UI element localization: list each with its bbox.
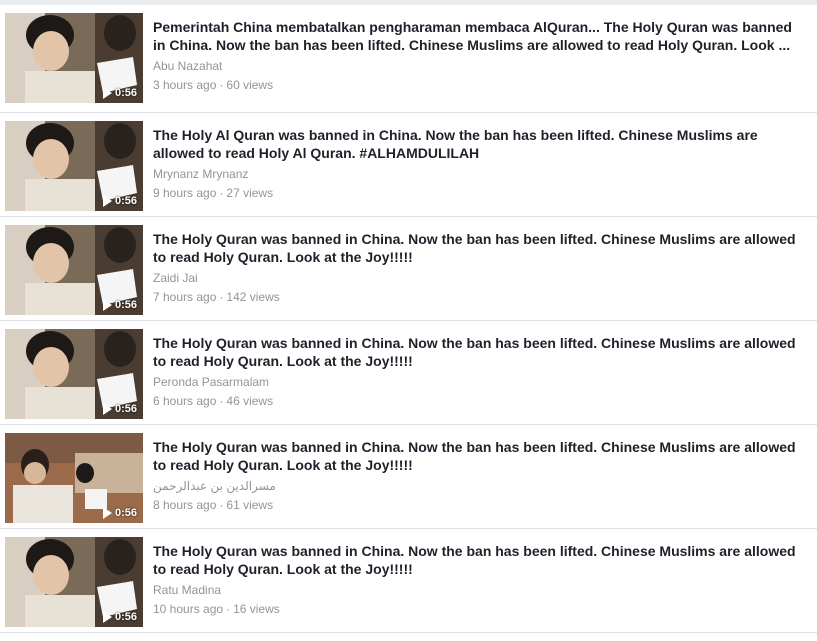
- video-thumbnail[interactable]: 0:56: [5, 329, 143, 419]
- video-stats: 6 hours ago · 46 views: [153, 393, 803, 409]
- play-icon: [102, 403, 112, 415]
- duration-badge: 0:56: [102, 195, 137, 207]
- separator: ·: [226, 602, 231, 616]
- video-time[interactable]: 9 hours ago: [153, 186, 216, 200]
- thumb-shirt: [25, 179, 95, 211]
- video-list: 0:56 Pemerintah China membatalkan pengha…: [0, 5, 817, 633]
- play-icon: [102, 195, 112, 207]
- video-title[interactable]: The Holy Quran was banned in China. Now …: [153, 542, 803, 578]
- duration-text: 0:56: [114, 403, 137, 415]
- video-views: 142 views: [226, 290, 280, 304]
- duration-badge: 0:56: [102, 299, 137, 311]
- thumb-face: [33, 347, 69, 387]
- thumb-face: [33, 31, 69, 71]
- duration-badge: 0:56: [102, 403, 137, 415]
- video-author[interactable]: مسرالدين بن عبدالرحمن: [153, 478, 803, 494]
- play-icon: [102, 299, 112, 311]
- video-title[interactable]: The Holy Al Quran was banned in China. N…: [153, 126, 803, 162]
- video-time[interactable]: 8 hours ago: [153, 498, 216, 512]
- thumb-shirt: [25, 283, 95, 315]
- video-title[interactable]: The Holy Quran was banned in China. Now …: [153, 230, 803, 266]
- thumb-face: [24, 462, 46, 484]
- duration-text: 0:56: [114, 195, 137, 207]
- video-thumbnail[interactable]: 0:56: [5, 13, 143, 103]
- video-stats: 7 hours ago · 142 views: [153, 289, 803, 305]
- video-time[interactable]: 6 hours ago: [153, 394, 216, 408]
- duration-badge: 0:56: [102, 87, 137, 99]
- separator: ·: [219, 78, 224, 92]
- thumb-book: [85, 489, 107, 509]
- thumb-shirt: [25, 387, 95, 419]
- duration-text: 0:56: [114, 611, 137, 623]
- video-title[interactable]: Pemerintah China membatalkan pengharaman…: [153, 18, 803, 54]
- video-time[interactable]: 3 hours ago: [153, 78, 216, 92]
- video-title[interactable]: The Holy Quran was banned in China. Now …: [153, 438, 803, 474]
- play-icon: [102, 611, 112, 623]
- thumb-face: [33, 555, 69, 595]
- video-stats: 8 hours ago · 61 views: [153, 497, 803, 513]
- video-item[interactable]: 0:56 The Holy Quran was banned in China.…: [0, 217, 817, 321]
- video-item[interactable]: 0:56 The Holy Al Quran was banned in Chi…: [0, 113, 817, 217]
- video-item[interactable]: 0:56 The Holy Quran was banned in China.…: [0, 321, 817, 425]
- separator: ·: [219, 290, 224, 304]
- video-author[interactable]: Mrynanz Mrynanz: [153, 166, 803, 182]
- video-thumbnail[interactable]: 0:56: [5, 537, 143, 627]
- thumb-bg-person: [104, 15, 136, 51]
- video-item[interactable]: 0:56 The Holy Quran was banned in China.…: [0, 529, 817, 633]
- thumb-shirt: [13, 485, 73, 523]
- video-views: 61 views: [226, 498, 274, 512]
- video-thumbnail[interactable]: 0:56: [5, 121, 143, 211]
- duration-text: 0:56: [114, 299, 137, 311]
- video-time[interactable]: 10 hours ago: [153, 602, 223, 616]
- separator: ·: [219, 186, 224, 200]
- duration-text: 0:56: [114, 507, 137, 519]
- video-author[interactable]: Peronda Pasarmalam: [153, 374, 803, 390]
- duration-badge: 0:56: [102, 507, 137, 519]
- video-thumbnail[interactable]: 0:56: [5, 225, 143, 315]
- thumb-bg-person: [104, 227, 136, 263]
- video-author[interactable]: Ratu Madina: [153, 582, 803, 598]
- video-author[interactable]: Abu Nazahat: [153, 58, 803, 74]
- video-item[interactable]: 0:56 Pemerintah China membatalkan pengha…: [0, 5, 817, 113]
- separator: ·: [219, 498, 224, 512]
- video-thumbnail[interactable]: 0:56: [5, 433, 143, 523]
- thumb-bg-person: [104, 331, 136, 367]
- duration-text: 0:56: [114, 87, 137, 99]
- thumb-shirt: [25, 595, 95, 627]
- duration-badge: 0:56: [102, 611, 137, 623]
- thumb-shirt: [25, 71, 95, 103]
- video-item[interactable]: 0:56 The Holy Quran was banned in China.…: [0, 425, 817, 529]
- thumb-face: [33, 243, 69, 283]
- video-title[interactable]: The Holy Quran was banned in China. Now …: [153, 334, 803, 370]
- video-views: 46 views: [226, 394, 274, 408]
- video-stats: 10 hours ago · 16 views: [153, 601, 803, 617]
- video-stats: 9 hours ago · 27 views: [153, 185, 803, 201]
- video-views: 16 views: [233, 602, 280, 616]
- video-author[interactable]: Zaidi Jai: [153, 270, 803, 286]
- thumb-face: [33, 139, 69, 179]
- separator: ·: [219, 394, 224, 408]
- video-time[interactable]: 7 hours ago: [153, 290, 216, 304]
- video-views: 60 views: [226, 78, 274, 92]
- play-icon: [102, 507, 112, 519]
- thumb-head-2: [76, 463, 94, 483]
- play-icon: [102, 87, 112, 99]
- thumb-bg-person: [104, 123, 136, 159]
- thumb-bg-person: [104, 539, 136, 575]
- video-views: 27 views: [226, 186, 274, 200]
- video-stats: 3 hours ago · 60 views: [153, 77, 803, 93]
